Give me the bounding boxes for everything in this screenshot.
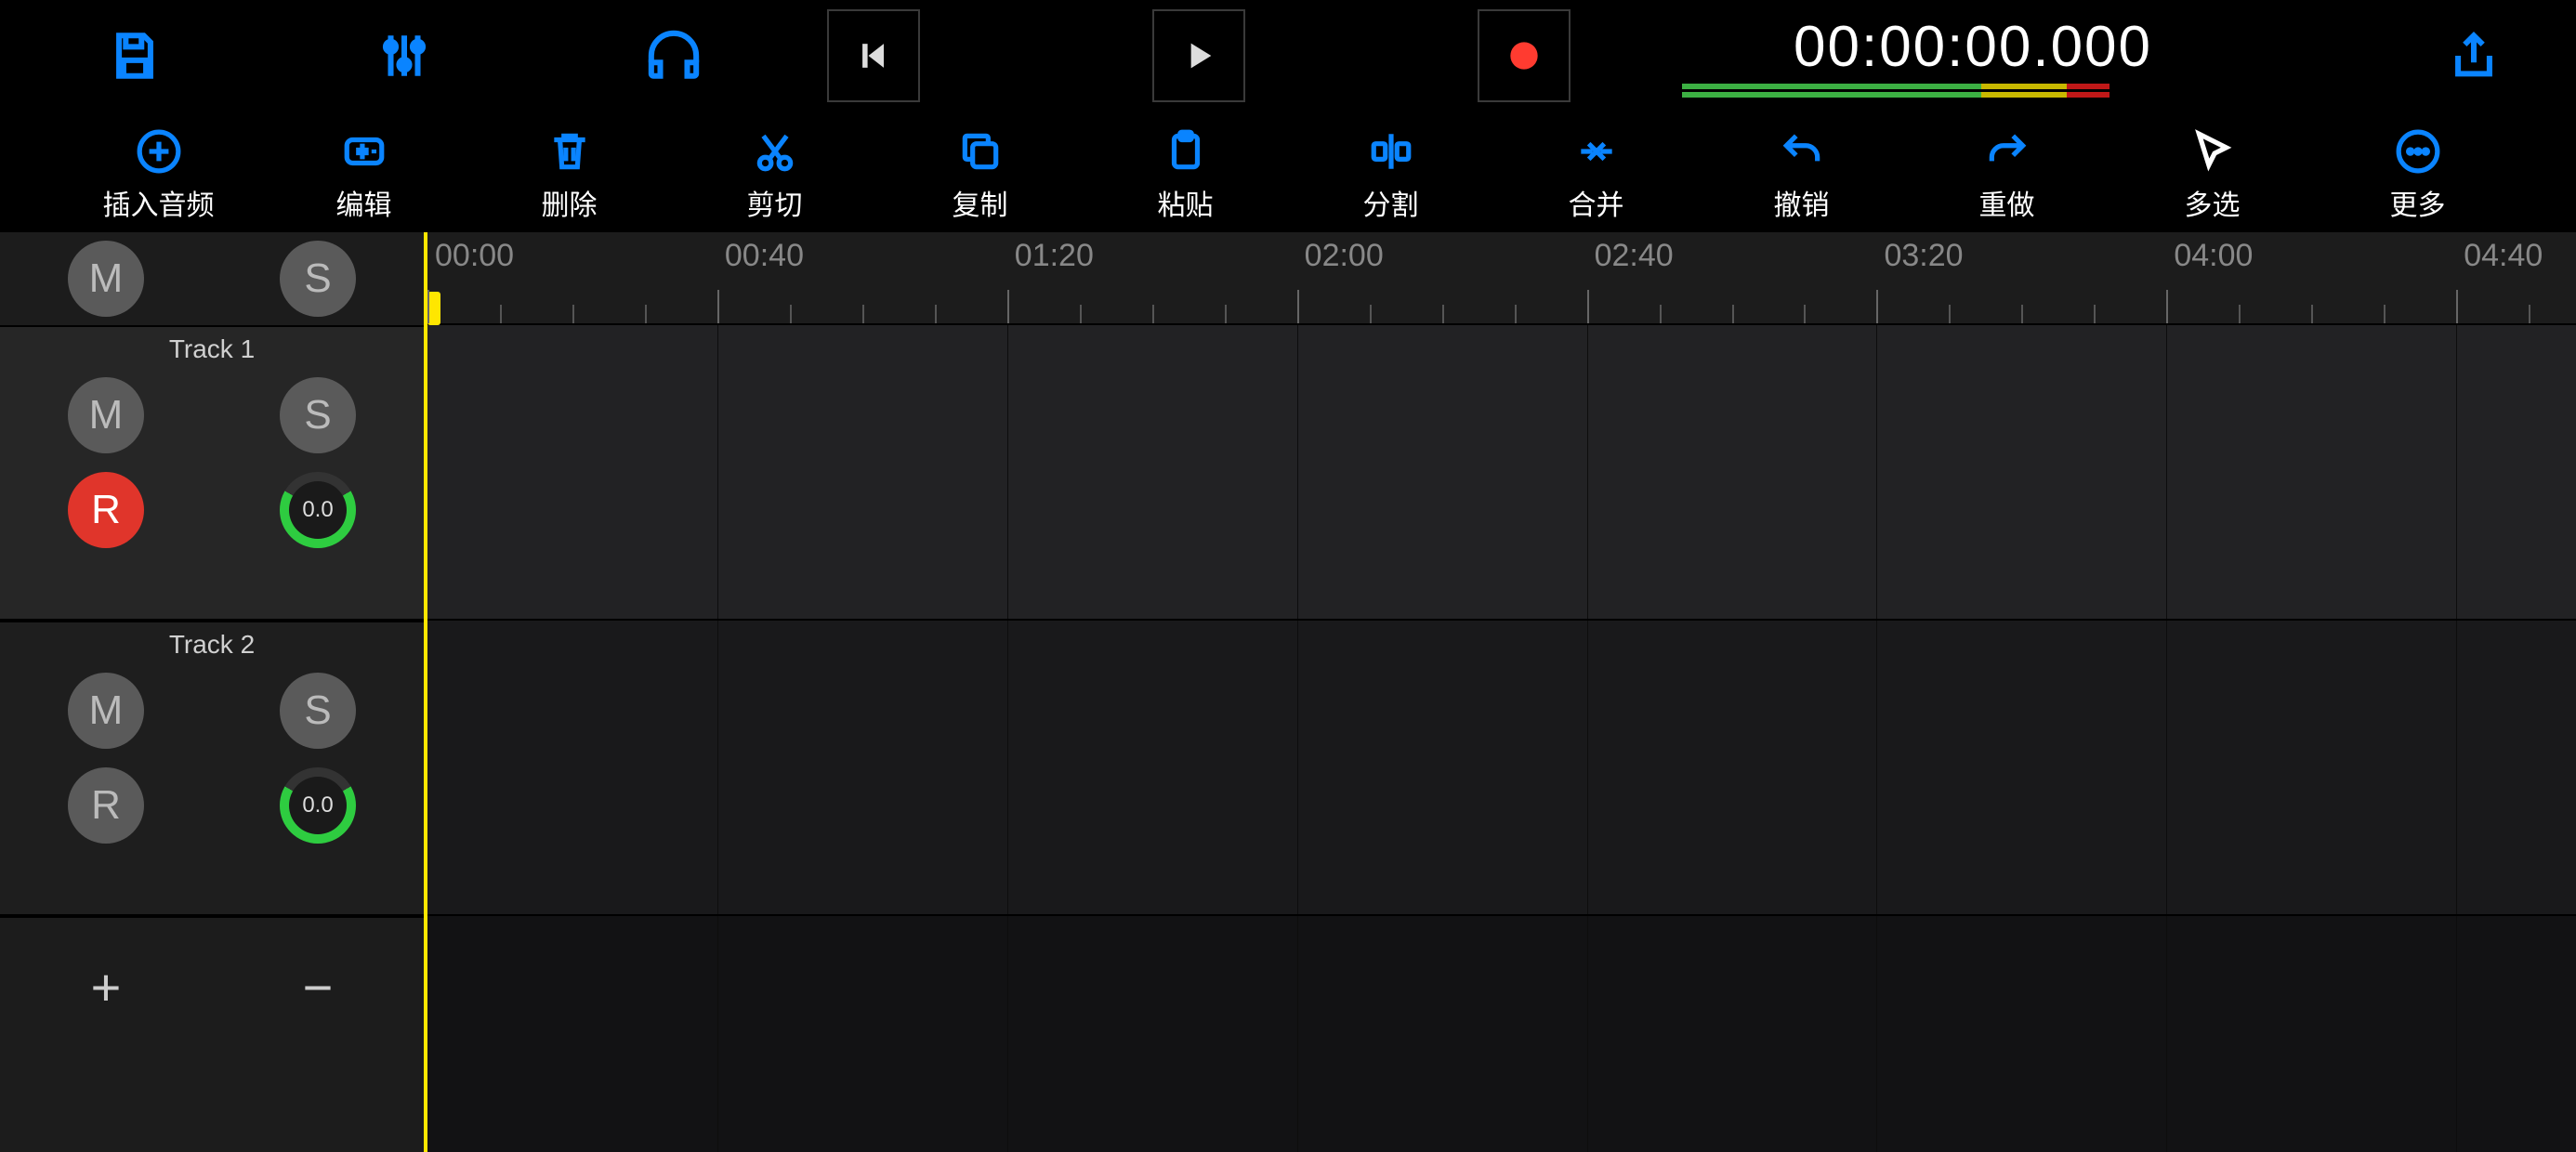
- redo-icon: [1984, 128, 2031, 175]
- add-track-button[interactable]: +: [69, 957, 143, 1017]
- cut-button[interactable]: 剪切: [677, 128, 873, 223]
- master-solo-button[interactable]: S: [280, 241, 356, 317]
- track1-solo-button[interactable]: S: [280, 377, 356, 453]
- waveform-icon: [341, 128, 388, 175]
- track2-record-button[interactable]: R: [68, 767, 144, 844]
- play-button[interactable]: [1152, 9, 1245, 102]
- save-button[interactable]: [0, 0, 269, 111]
- paste-label: 粘贴: [1158, 182, 1214, 223]
- track-lane-2[interactable]: [427, 621, 2576, 916]
- monitor-button[interactable]: [539, 0, 808, 111]
- edit-toolbar: 插入音频 编辑 删除 剪切 复制 粘贴 分割 合并 撤销 重做 多选: [0, 111, 2576, 232]
- level-meter-r: [1682, 92, 2109, 98]
- track2-level-value: 0.0: [289, 777, 347, 834]
- floppy-icon: [108, 29, 162, 83]
- track2-mute-button[interactable]: M: [68, 673, 144, 749]
- track1-level-dial[interactable]: 0.0: [280, 472, 356, 548]
- pointer-icon: [2189, 128, 2236, 175]
- track-header-1[interactable]: Track 1 M S R 0.0: [0, 325, 424, 621]
- split-icon: [1368, 128, 1414, 175]
- tracks-body: 00:00 00:40 01:20 02:00 02:40 03:20 04:00 04:40: [427, 232, 2576, 1152]
- top-left-group: [0, 0, 808, 111]
- track2-solo-button[interactable]: S: [280, 673, 356, 749]
- record-icon: [1504, 35, 1544, 76]
- ruler-tick-label: 02:40: [1595, 238, 1674, 274]
- track-lane-1[interactable]: [427, 325, 2576, 621]
- mixer-button[interactable]: [269, 0, 539, 111]
- merge-button[interactable]: 合并: [1499, 128, 1694, 223]
- track-header-column: M S Track 1 M S R 0.0 Track 2 M S: [0, 232, 427, 1152]
- ruler-tick-label: 02:00: [1305, 238, 1384, 274]
- ruler-tick-label: 00:00: [435, 238, 514, 274]
- merge-icon: [1573, 128, 1620, 175]
- export-button[interactable]: [2372, 29, 2576, 83]
- more-icon: [2395, 128, 2441, 175]
- record-button[interactable]: [1478, 9, 1571, 102]
- split-label: 分割: [1363, 182, 1419, 223]
- rewind-button[interactable]: [827, 9, 920, 102]
- cut-label: 剪切: [747, 182, 803, 223]
- ruler-tick-label: 00:40: [725, 238, 804, 274]
- ruler-tick-label: 03:20: [1884, 238, 1963, 274]
- track1-record-button[interactable]: R: [68, 472, 144, 548]
- copy-icon: [957, 128, 1004, 175]
- level-meter-l: [1682, 84, 2109, 89]
- paste-icon: [1163, 128, 1209, 175]
- delete-button[interactable]: 删除: [472, 128, 667, 223]
- sliders-icon: [377, 29, 431, 83]
- header-spacer: [0, 1055, 424, 1152]
- remove-track-button[interactable]: −: [281, 957, 355, 1017]
- track-name: Track 2: [169, 630, 255, 660]
- undo-icon: [1779, 128, 1825, 175]
- edit-label: 编辑: [336, 182, 392, 223]
- insert-audio-label: 插入音频: [103, 182, 215, 223]
- track-name: Track 1: [169, 334, 255, 364]
- track2-level-dial[interactable]: 0.0: [280, 767, 356, 844]
- multiselect-button[interactable]: 多选: [2115, 128, 2310, 223]
- master-mute-button[interactable]: M: [68, 241, 144, 317]
- delete-label: 删除: [542, 182, 598, 223]
- copy-button[interactable]: 复制: [883, 128, 1078, 223]
- timecode-area: 00:00:00.000: [1682, 14, 2152, 98]
- split-button[interactable]: 分割: [1294, 128, 1489, 223]
- copy-label: 复制: [953, 182, 1008, 223]
- track-add-remove: + −: [0, 916, 424, 1055]
- undo-button[interactable]: 撤销: [1704, 128, 1899, 223]
- paste-button[interactable]: 粘贴: [1088, 128, 1283, 223]
- ruler-tick-label: 04:40: [2464, 238, 2543, 274]
- merge-label: 合并: [1569, 182, 1624, 223]
- more-button[interactable]: 更多: [2320, 128, 2516, 223]
- scissors-icon: [752, 128, 798, 175]
- ruler-tick-label: 01:20: [1015, 238, 1094, 274]
- undo-label: 撤销: [1774, 182, 1830, 223]
- edit-button[interactable]: 编辑: [267, 128, 462, 223]
- transport-controls: [827, 9, 1571, 102]
- redo-label: 重做: [1979, 182, 2035, 223]
- play-icon: [1180, 37, 1217, 74]
- time-ruler[interactable]: 00:00 00:40 01:20 02:00 02:40 03:20 04:00 04:40: [427, 232, 2576, 325]
- share-icon: [2447, 29, 2501, 83]
- multiselect-label: 多选: [2185, 182, 2241, 223]
- track1-level-value: 0.0: [289, 481, 347, 539]
- top-bar: 00:00:00.000: [0, 0, 2576, 111]
- plus-circle-icon: [136, 128, 182, 175]
- insert-audio-button[interactable]: 插入音频: [61, 128, 256, 223]
- track-header-2[interactable]: Track 2 M S R 0.0: [0, 621, 424, 916]
- track1-mute-button[interactable]: M: [68, 377, 144, 453]
- timeline: M S Track 1 M S R 0.0 Track 2 M S: [0, 232, 2576, 1152]
- trash-icon: [546, 128, 593, 175]
- skip-start-icon: [853, 35, 894, 76]
- master-header: M S: [0, 232, 424, 325]
- headphones-icon: [641, 29, 706, 83]
- empty-area: [427, 916, 2576, 1152]
- more-label: 更多: [2390, 182, 2446, 223]
- timecode-display[interactable]: 00:00:00.000: [1794, 14, 2152, 80]
- redo-button[interactable]: 重做: [1910, 128, 2105, 223]
- ruler-tick-label: 04:00: [2174, 238, 2253, 274]
